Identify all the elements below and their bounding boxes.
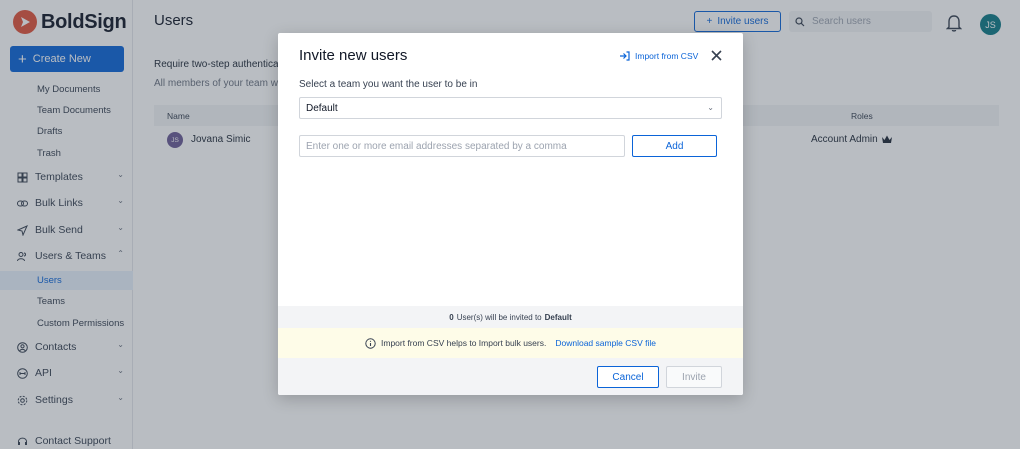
- team-select[interactable]: Default ⌄: [299, 97, 722, 119]
- csv-info-text: Import from CSV helps to Import bulk use…: [381, 338, 547, 348]
- dialog-title: Invite new users: [299, 47, 408, 64]
- invite-status-text: User(s) will be invited to: [456, 312, 542, 322]
- invite-status-bar: 0 User(s) will be invited to Default: [278, 306, 743, 328]
- info-icon: [365, 337, 376, 349]
- chevron-down-icon: ⌄: [707, 103, 714, 112]
- invite-team-name: Default: [544, 312, 572, 322]
- add-button[interactable]: Add: [632, 135, 717, 157]
- invite-count: 0: [449, 312, 454, 322]
- email-addresses-input[interactable]: [299, 135, 625, 157]
- cancel-button[interactable]: Cancel: [597, 366, 659, 388]
- import-from-csv-link[interactable]: Import from CSV: [619, 51, 698, 61]
- invite-users-dialog: Invite new users Import from CSV Select …: [278, 33, 743, 395]
- dialog-footer: Cancel Invite: [278, 358, 743, 395]
- invite-button[interactable]: Invite: [666, 366, 722, 388]
- import-from-csv-label: Import from CSV: [635, 51, 699, 61]
- csv-info-bar: Import from CSV helps to Import bulk use…: [278, 328, 743, 358]
- close-icon[interactable]: [710, 49, 723, 62]
- team-select-value: Default: [306, 102, 338, 114]
- import-icon: [620, 51, 630, 61]
- team-select-label: Select a team you want the user to be in: [299, 79, 478, 90]
- download-sample-csv-link[interactable]: Download sample CSV file: [555, 338, 656, 348]
